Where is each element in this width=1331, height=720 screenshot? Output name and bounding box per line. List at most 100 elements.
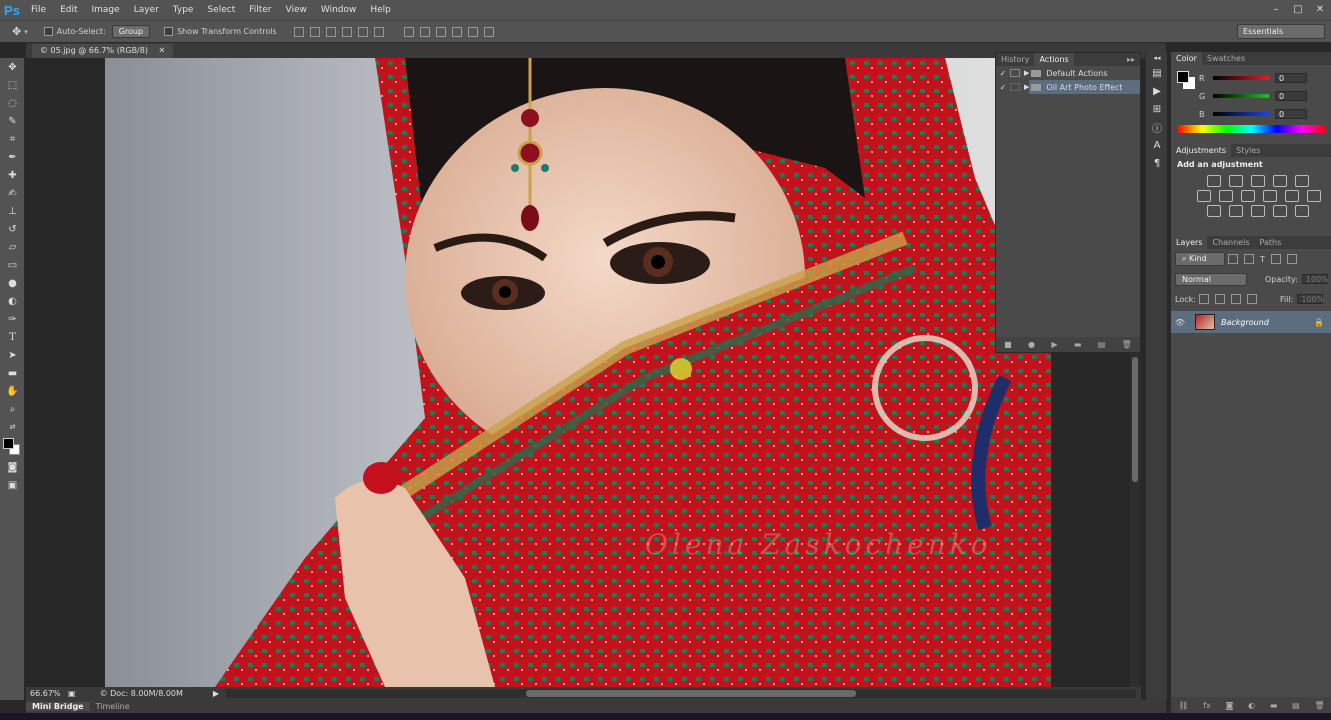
layer-style-icon[interactable]: fx: [1203, 701, 1211, 710]
close-tab-icon[interactable]: ✕: [159, 46, 166, 55]
blend-mode-dropdown[interactable]: Normal: [1175, 272, 1247, 286]
distribute-right-icon[interactable]: [483, 26, 494, 37]
action-set-row[interactable]: ✓ ▶ Oil Art Photo Effect: [996, 80, 1140, 94]
selected-action-set[interactable]: Oil Art Photo Effect: [1029, 80, 1140, 94]
menu-filter[interactable]: Filter: [242, 5, 278, 15]
export-icon[interactable]: ▣: [68, 689, 76, 698]
tab-adjustments[interactable]: Adjustments: [1171, 144, 1232, 157]
gradient-map-icon[interactable]: [1273, 205, 1287, 217]
delete-icon[interactable]: 🗑: [1122, 340, 1132, 349]
minimize-button[interactable]: –: [1265, 0, 1287, 20]
foreground-color-swatch[interactable]: [3, 438, 14, 449]
filter-smart-icon[interactable]: [1286, 254, 1297, 264]
collapse-arrows-icon[interactable]: ◂◂: [1146, 52, 1168, 64]
distribute-bottom-icon[interactable]: [435, 26, 446, 37]
dodge-tool-icon[interactable]: ◐: [0, 292, 25, 310]
lasso-tool-icon[interactable]: ◌: [0, 94, 25, 112]
properties-icon[interactable]: ⊞: [1146, 100, 1168, 118]
channel-mixer-icon[interactable]: [1285, 190, 1299, 202]
tab-actions[interactable]: Actions: [1034, 53, 1074, 66]
vertical-scroll-thumb[interactable]: [1132, 357, 1138, 482]
dialog-toggle-icon[interactable]: [1010, 69, 1020, 77]
move-tool-icon[interactable]: ✥: [12, 25, 21, 38]
menu-select[interactable]: Select: [200, 5, 242, 15]
canvas-area[interactable]: Olena Zaskochenko: [26, 58, 1141, 687]
pen-tool-icon[interactable]: ✑: [0, 310, 25, 328]
crop-tool-icon[interactable]: ⌗: [0, 130, 25, 148]
align-top-icon[interactable]: [293, 26, 304, 37]
tab-timeline[interactable]: Timeline: [90, 702, 136, 711]
quick-mask-icon[interactable]: ◙: [0, 458, 25, 476]
filter-shape-icon[interactable]: [1270, 254, 1281, 264]
menu-window[interactable]: Window: [314, 5, 364, 15]
green-slider[interactable]: [1213, 94, 1269, 98]
status-menu-arrow-icon[interactable]: ▶: [213, 689, 219, 698]
photo-filter-icon[interactable]: [1263, 190, 1277, 202]
tab-channels[interactable]: Channels: [1207, 236, 1254, 249]
stop-icon[interactable]: ■: [1004, 340, 1012, 349]
visibility-eye-icon[interactable]: 👁: [1171, 318, 1189, 327]
tab-swatches[interactable]: Swatches: [1202, 52, 1250, 65]
eraser-tool-icon[interactable]: ▱: [0, 238, 25, 256]
horizontal-scroll-thumb[interactable]: [526, 690, 856, 697]
delete-layer-icon[interactable]: 🗑: [1314, 701, 1324, 710]
filter-type-icon[interactable]: T: [1260, 255, 1265, 264]
hue-saturation-icon[interactable]: [1197, 190, 1211, 202]
align-bottom-icon[interactable]: [325, 26, 336, 37]
clone-stamp-tool-icon[interactable]: ⊥: [0, 202, 25, 220]
lock-all-icon[interactable]: [1246, 294, 1257, 304]
action-set-row[interactable]: ✓ ▶ Default Actions: [996, 66, 1140, 80]
healing-brush-tool-icon[interactable]: ✚: [0, 166, 25, 184]
levels-icon[interactable]: [1229, 175, 1243, 187]
lock-transparent-icon[interactable]: [1198, 294, 1209, 304]
menu-layer[interactable]: Layer: [127, 5, 166, 15]
posterize-icon[interactable]: [1229, 205, 1243, 217]
document-tab[interactable]: © 05.jpg @ 66.7% (RGB/8) ✕: [32, 44, 174, 58]
eyedropper-tool-icon[interactable]: ✒: [0, 148, 25, 166]
zoom-tool-icon[interactable]: ⌕: [0, 400, 25, 418]
layer-name[interactable]: Background: [1221, 318, 1269, 327]
tool-preset-dropdown-icon[interactable]: ▾: [24, 28, 28, 36]
distribute-left-icon[interactable]: [451, 26, 462, 37]
horizontal-scrollbar[interactable]: [226, 689, 1136, 698]
paragraph-icon[interactable]: ¶: [1146, 154, 1168, 172]
shape-tool-icon[interactable]: ▬: [0, 364, 25, 382]
marquee-tool-icon[interactable]: ⬚: [0, 76, 25, 94]
brightness-contrast-icon[interactable]: [1207, 175, 1221, 187]
zoom-level[interactable]: 66.67%: [30, 689, 64, 698]
curves-icon[interactable]: [1251, 175, 1265, 187]
tab-mini-bridge[interactable]: Mini Bridge: [26, 702, 90, 711]
align-right-icon[interactable]: [373, 26, 384, 37]
filter-adjust-icon[interactable]: [1244, 254, 1254, 264]
color-spectrum-ramp[interactable]: [1177, 125, 1326, 133]
show-transform-checkbox[interactable]: [164, 27, 174, 36]
vibrance-icon[interactable]: [1295, 175, 1309, 187]
threshold-icon[interactable]: [1251, 205, 1265, 217]
distribute-vcenter-icon[interactable]: [419, 26, 430, 37]
add-mask-icon[interactable]: ◙: [1226, 701, 1234, 710]
align-hcenter-icon[interactable]: [357, 26, 368, 37]
opacity-value[interactable]: 100%: [1301, 274, 1329, 284]
align-vcenter-icon[interactable]: [309, 26, 320, 37]
exposure-icon[interactable]: [1273, 175, 1287, 187]
quick-select-tool-icon[interactable]: ✎: [0, 112, 25, 130]
tab-history[interactable]: History: [996, 53, 1034, 66]
toggle-check-icon[interactable]: ✓: [996, 69, 1010, 78]
close-button[interactable]: ✕: [1309, 0, 1331, 20]
tab-paths[interactable]: Paths: [1255, 236, 1287, 249]
auto-select-dropdown[interactable]: Group: [111, 25, 151, 38]
color-balance-icon[interactable]: [1219, 190, 1233, 202]
dialog-toggle-icon[interactable]: [1010, 83, 1020, 91]
link-layers-icon[interactable]: ⛓: [1178, 701, 1188, 710]
screen-mode-icon[interactable]: ▣: [0, 476, 25, 494]
actions-icon[interactable]: ▶: [1146, 82, 1168, 100]
character-icon[interactable]: A: [1146, 136, 1168, 154]
red-slider[interactable]: [1213, 76, 1269, 80]
new-layer-icon[interactable]: ▤: [1292, 701, 1300, 710]
new-group-icon[interactable]: ▬: [1270, 701, 1278, 710]
color-lookup-icon[interactable]: [1307, 190, 1321, 202]
new-action-icon[interactable]: ▤: [1098, 340, 1106, 349]
color-swatches[interactable]: [0, 436, 24, 458]
history-icon[interactable]: ▤: [1146, 64, 1168, 82]
filter-pixel-icon[interactable]: [1228, 254, 1238, 264]
